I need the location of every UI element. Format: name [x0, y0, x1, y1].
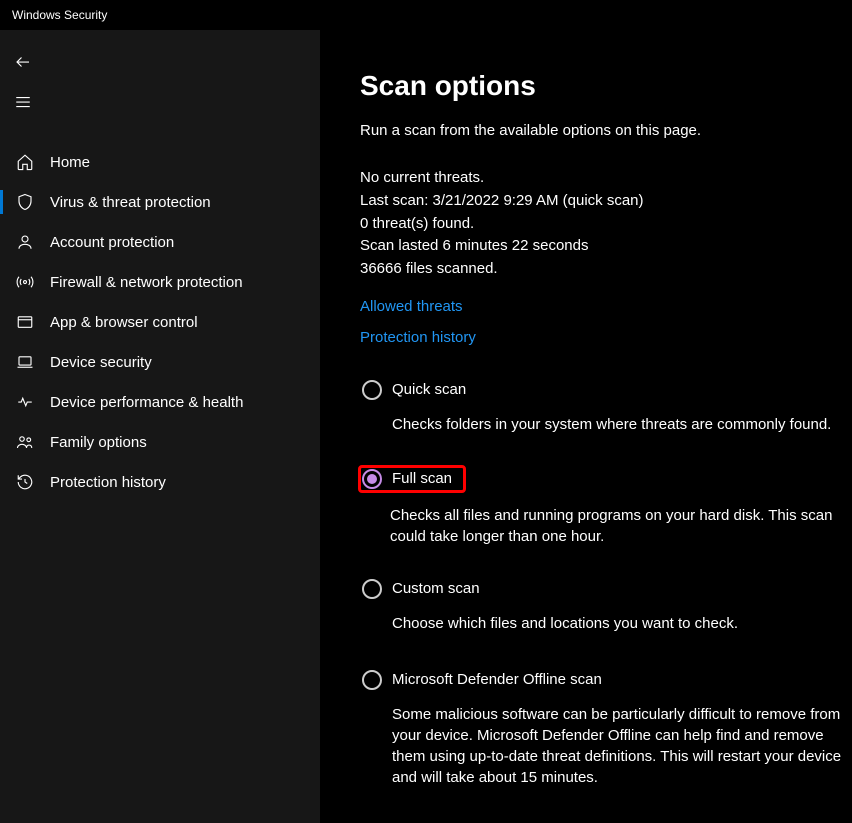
hamburger-icon: [14, 93, 32, 111]
sidebar-item-label: Device performance & health: [50, 394, 243, 411]
shield-icon: [14, 191, 36, 213]
option-description: Checks folders in your system where thre…: [392, 414, 842, 435]
radio-full-scan[interactable]: Full scan: [362, 469, 452, 489]
allowed-threats-link[interactable]: Allowed threats: [360, 298, 844, 315]
titlebar: Windows Security: [0, 0, 852, 30]
option-title: Custom scan: [392, 580, 480, 597]
home-icon: [14, 151, 36, 173]
sidebar-item-performance[interactable]: Device performance & health: [0, 382, 320, 422]
sidebar-item-label: App & browser control: [50, 314, 198, 331]
radio-icon: [362, 380, 382, 400]
radio-quick-scan[interactable]: Quick scan: [362, 380, 842, 400]
back-button[interactable]: [0, 42, 320, 82]
sidebar-item-device-security[interactable]: Device security: [0, 342, 320, 382]
radio-icon: [362, 579, 382, 599]
option-title: Microsoft Defender Offline scan: [392, 671, 602, 688]
radio-custom-scan[interactable]: Custom scan: [362, 579, 842, 599]
page-subtitle: Run a scan from the available options on…: [360, 122, 844, 139]
sidebar-item-family[interactable]: Family options: [0, 422, 320, 462]
heart-rate-icon: [14, 391, 36, 413]
sidebar-item-label: Firewall & network protection: [50, 274, 243, 291]
history-icon: [14, 471, 36, 493]
option-title: Full scan: [392, 470, 452, 487]
status-scan-duration: Scan lasted 6 minutes 22 seconds: [360, 235, 844, 257]
sidebar-item-label: Account protection: [50, 234, 174, 251]
status-no-threats: No current threats.: [360, 167, 844, 189]
radio-icon: [362, 469, 382, 489]
option-offline-scan: Microsoft Defender Offline scan Some mal…: [360, 666, 844, 792]
broadcast-icon: [14, 271, 36, 293]
scan-options-list: Quick scan Checks folders in your system…: [360, 376, 844, 792]
arrow-left-icon: [14, 53, 32, 71]
sidebar-item-virus[interactable]: Virus & threat protection: [0, 182, 320, 222]
sidebar-item-label: Protection history: [50, 474, 166, 491]
status-last-scan: Last scan: 3/21/2022 9:29 AM (quick scan…: [360, 190, 844, 212]
sidebar-item-firewall[interactable]: Firewall & network protection: [0, 262, 320, 302]
sidebar-item-app-browser[interactable]: App & browser control: [0, 302, 320, 342]
sidebar-item-label: Family options: [50, 434, 147, 451]
person-icon: [14, 231, 36, 253]
sidebar-item-label: Virus & threat protection: [50, 194, 211, 211]
people-icon: [14, 431, 36, 453]
app-title: Windows Security: [12, 8, 107, 22]
window-icon: [14, 311, 36, 333]
option-custom-scan: Custom scan Choose which files and locat…: [360, 575, 844, 638]
status-files-scanned: 36666 files scanned.: [360, 258, 844, 280]
sidebar-item-history[interactable]: Protection history: [0, 462, 320, 502]
sidebar-item-label: Device security: [50, 354, 152, 371]
status-threats-found: 0 threat(s) found.: [360, 213, 844, 235]
radio-icon: [362, 670, 382, 690]
option-quick-scan: Quick scan Checks folders in your system…: [360, 376, 844, 439]
option-description: Checks all files and running programs on…: [390, 505, 844, 547]
option-description: Some malicious software can be particula…: [392, 704, 842, 788]
radio-offline-scan[interactable]: Microsoft Defender Offline scan: [362, 670, 842, 690]
page-title: Scan options: [360, 70, 844, 102]
sidebar-item-label: Home: [50, 154, 90, 171]
sidebar: Home Virus & threat protection Account p…: [0, 30, 320, 823]
laptop-icon: [14, 351, 36, 373]
sidebar-item-account[interactable]: Account protection: [0, 222, 320, 262]
main-content: Scan options Run a scan from the availab…: [320, 30, 852, 823]
scan-status: No current threats. Last scan: 3/21/2022…: [360, 167, 844, 280]
menu-button[interactable]: [0, 82, 320, 122]
option-title: Quick scan: [392, 381, 466, 398]
option-full-scan: Full scan: [360, 467, 464, 491]
protection-history-link[interactable]: Protection history: [360, 329, 844, 346]
sidebar-item-home[interactable]: Home: [0, 142, 320, 182]
option-description: Choose which files and locations you wan…: [392, 613, 842, 634]
